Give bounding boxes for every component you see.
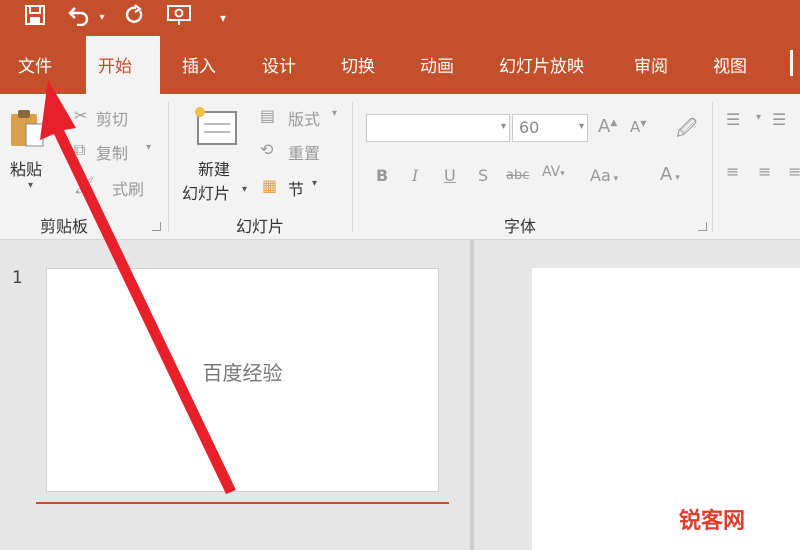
watermark-text: 锐客网 [679,509,746,534]
annotation-arrow [40,80,236,494]
